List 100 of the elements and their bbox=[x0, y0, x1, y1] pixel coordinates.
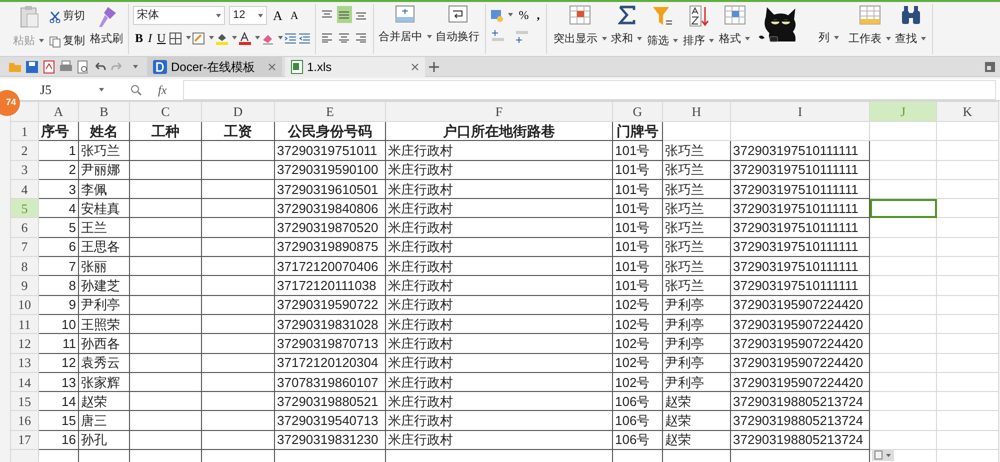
ribbon-button[interactable]: 列 bbox=[812, 4, 846, 54]
format-grid-icon bbox=[724, 5, 746, 25]
row-header[interactable]: 6 bbox=[10, 218, 38, 238]
decrease-indent-icon[interactable] bbox=[284, 32, 297, 44]
row-header[interactable]: 2 bbox=[10, 140, 38, 160]
formula-input[interactable] bbox=[182, 80, 996, 100]
paste-options-icon[interactable] bbox=[872, 449, 894, 461]
column-header[interactable]: C bbox=[130, 102, 202, 122]
table-cell: 张巧兰 bbox=[662, 237, 730, 257]
column-header[interactable]: D bbox=[202, 102, 274, 122]
table-cell: 工种 bbox=[130, 122, 202, 141]
row-header[interactable]: 14 bbox=[10, 372, 38, 392]
column-header[interactable]: E bbox=[274, 102, 386, 122]
table-cell: 13 bbox=[38, 372, 78, 392]
fill-color-icon[interactable] bbox=[214, 32, 228, 44]
table-cell: 张丽 bbox=[78, 256, 130, 276]
caret-icon bbox=[186, 36, 191, 40]
align-left-icon bbox=[321, 32, 334, 42]
pdf-export-icon[interactable] bbox=[42, 60, 56, 74]
increase-decimal-icon[interactable] bbox=[490, 29, 506, 43]
table-cell: 102号 bbox=[612, 334, 662, 354]
printer-icon[interactable] bbox=[59, 60, 73, 74]
percent-button[interactable]: % bbox=[516, 7, 531, 23]
font-color-icon[interactable] bbox=[238, 32, 251, 44]
document-tab[interactable]: Docer-在线模板 bbox=[147, 56, 282, 76]
row-header[interactable]: 15 bbox=[10, 392, 38, 411]
table-cell: 37290319870713 bbox=[274, 334, 386, 354]
column-header[interactable]: F bbox=[386, 102, 612, 122]
table-cell: 102号 bbox=[612, 314, 662, 334]
column-header[interactable]: G bbox=[612, 102, 662, 122]
decrease-decimal-icon[interactable] bbox=[514, 29, 530, 43]
row-header[interactable]: 7 bbox=[10, 237, 38, 257]
comma-button[interactable]: , bbox=[534, 7, 542, 23]
increase-indent-icon[interactable] bbox=[298, 32, 311, 44]
ribbon-button[interactable]: 筛选 bbox=[646, 4, 680, 54]
row-header[interactable]: 1 bbox=[10, 122, 38, 141]
table-cell: 5 bbox=[38, 218, 78, 238]
italic-button[interactable]: I bbox=[146, 30, 154, 46]
zoom-icon[interactable] bbox=[130, 84, 142, 96]
ribbon-button[interactable]: 工作表 bbox=[848, 4, 892, 54]
ribbon-button[interactable]: 格式 bbox=[718, 4, 752, 54]
row-header[interactable]: 12 bbox=[10, 334, 38, 354]
row-header[interactable]: 4 bbox=[10, 179, 38, 199]
grow-font-button[interactable]: A bbox=[271, 8, 284, 24]
table-cell: 米庄行政村 bbox=[386, 314, 612, 334]
table-cell: 101号 bbox=[612, 256, 662, 276]
row-header[interactable]: 3 bbox=[10, 160, 38, 180]
number-format-icon[interactable] bbox=[490, 8, 504, 22]
document-tab[interactable]: 1.xls bbox=[285, 56, 425, 76]
row-header[interactable]: 17 bbox=[10, 430, 38, 450]
column-header[interactable]: B bbox=[78, 102, 130, 122]
caret-icon bbox=[216, 14, 221, 18]
table-cell: 张巧兰 bbox=[662, 256, 730, 276]
row-header[interactable]: 10 bbox=[10, 295, 38, 314]
column-header[interactable]: K bbox=[936, 102, 998, 122]
ribbon-button[interactable]: 自动换行 bbox=[434, 4, 481, 54]
align-button[interactable] bbox=[336, 6, 352, 23]
ribbon-button[interactable]: 复制 bbox=[47, 33, 87, 50]
row-header[interactable]: 9 bbox=[10, 276, 38, 296]
font-size-field[interactable]: 12 bbox=[229, 6, 267, 25]
ribbon-button[interactable]: 排序 bbox=[682, 4, 716, 54]
sigma-icon bbox=[618, 5, 636, 25]
column-header[interactable]: H bbox=[662, 102, 730, 122]
row-header[interactable]: 16 bbox=[10, 410, 38, 430]
table-cell: 唐三 bbox=[78, 410, 130, 430]
ribbon-button[interactable]: 查找 bbox=[894, 4, 928, 54]
cell-style-icon[interactable] bbox=[192, 32, 205, 44]
table-cell: 尹丽娜 bbox=[78, 160, 130, 180]
caret-icon bbox=[673, 39, 678, 44]
column-header[interactable]: A bbox=[38, 102, 78, 122]
preview-icon[interactable] bbox=[76, 60, 90, 74]
row-header[interactable]: 13 bbox=[10, 353, 38, 372]
column-header[interactable]: I bbox=[730, 102, 870, 122]
ribbon-button[interactable]: 求和 bbox=[610, 4, 644, 54]
ribbon-button[interactable]: 合并居中 bbox=[378, 4, 433, 54]
table-cell: 工资 bbox=[202, 122, 274, 141]
underline-button[interactable]: U bbox=[155, 30, 168, 46]
save-icon[interactable] bbox=[25, 60, 39, 74]
bold-button[interactable]: B bbox=[133, 30, 146, 46]
ribbon-button[interactable]: 剪切 bbox=[47, 8, 87, 25]
restore-icon[interactable] bbox=[985, 62, 995, 72]
row-header[interactable]: 11 bbox=[10, 314, 38, 334]
table-cell: 孙西各 bbox=[78, 334, 130, 354]
ribbon-button[interactable]: 格式刷 bbox=[89, 4, 124, 54]
table-cell: 米庄行政村 bbox=[386, 256, 612, 276]
plus-icon[interactable] bbox=[428, 60, 440, 72]
insert-function-button[interactable]: fx bbox=[156, 82, 169, 98]
font-name-field[interactable]: 宋体 bbox=[133, 6, 225, 25]
caret-icon bbox=[834, 36, 839, 40]
close-icon[interactable] bbox=[411, 62, 419, 70]
shrink-font-button[interactable]: A bbox=[288, 8, 300, 24]
close-icon[interactable] bbox=[268, 62, 276, 70]
row-header[interactable]: 8 bbox=[10, 256, 38, 276]
table-cell: 门牌号 bbox=[612, 122, 662, 141]
borders-icon[interactable] bbox=[168, 32, 182, 44]
table-cell: 王兰 bbox=[78, 218, 130, 238]
align-top-icon bbox=[321, 10, 334, 20]
table-cell: 372903197510111111 bbox=[730, 256, 870, 276]
ribbon-button[interactable]: 突出显示 bbox=[552, 4, 608, 54]
table-cell: 王照荣 bbox=[78, 314, 130, 334]
